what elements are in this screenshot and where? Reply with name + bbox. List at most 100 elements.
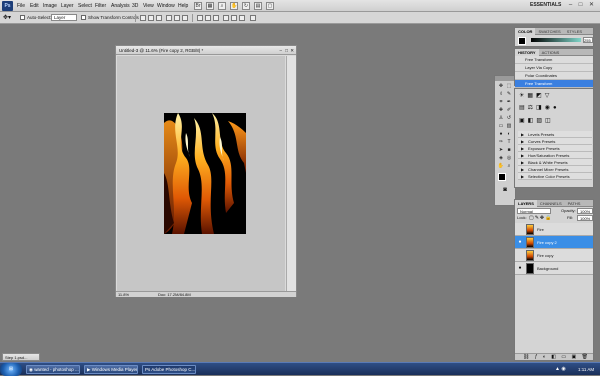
marquee-tool-icon[interactable]: ⬚ bbox=[505, 82, 513, 90]
move-tool-icon[interactable]: ✥▾ bbox=[3, 14, 11, 22]
eye-icon[interactable]: ● bbox=[517, 239, 523, 245]
menu-edit[interactable]: Edit bbox=[30, 2, 39, 10]
adjustment-icons-row-1[interactable]: ☀▦◩▽ bbox=[519, 92, 591, 100]
preset-channel-mixer[interactable]: ▶ Channel Mixer Presets bbox=[518, 166, 592, 173]
hand-tool-icon[interactable]: ✋ bbox=[497, 162, 505, 170]
taskbar-item[interactable]: ◉ wanted - photoshop ... bbox=[26, 365, 80, 374]
distribute-bottom-icon[interactable] bbox=[213, 15, 219, 21]
menu-3d[interactable]: 3D bbox=[132, 2, 138, 10]
history-item[interactable]: Layer Via Copy bbox=[515, 64, 593, 72]
menu-filter[interactable]: Filter bbox=[95, 2, 106, 10]
hand-icon[interactable]: ✋ bbox=[230, 2, 238, 10]
maximize-button[interactable]: □ bbox=[576, 1, 585, 10]
menu-view[interactable]: View bbox=[143, 2, 154, 10]
align-right-icon[interactable] bbox=[182, 15, 188, 21]
canvas-area[interactable] bbox=[117, 56, 285, 291]
align-bottom-icon[interactable] bbox=[156, 15, 162, 21]
auto-align-icon[interactable] bbox=[250, 15, 256, 21]
foreground-color-swatch[interactable] bbox=[498, 173, 506, 181]
distribute-hcenter-icon[interactable] bbox=[231, 15, 237, 21]
distribute-top-icon[interactable] bbox=[197, 15, 203, 21]
crop-tool-icon[interactable]: ⌗ bbox=[497, 98, 505, 106]
visibility-toggle[interactable] bbox=[517, 226, 523, 232]
adjustment-icons-row-3[interactable]: ▣◧▨◫ bbox=[519, 117, 591, 125]
align-top-icon[interactable] bbox=[140, 15, 146, 21]
brush-tool-icon[interactable]: ✐ bbox=[505, 106, 513, 114]
align-vcenter-icon[interactable] bbox=[148, 15, 154, 21]
3d-orbit-tool-icon[interactable]: ◎ bbox=[505, 154, 513, 162]
screen-mode-icon[interactable]: ▢ bbox=[266, 2, 274, 10]
history-brush-tool-icon[interactable]: ↺ bbox=[505, 114, 513, 122]
gradient-tool-icon[interactable]: ▥ bbox=[505, 122, 513, 130]
tray-icons[interactable]: ▲ ◉ bbox=[555, 366, 566, 373]
show-transform-check[interactable] bbox=[81, 15, 86, 21]
shape-tool-icon[interactable]: ■ bbox=[505, 146, 513, 154]
color-slider[interactable] bbox=[531, 38, 581, 42]
blend-mode-dropdown[interactable]: Normal bbox=[517, 208, 551, 214]
menu-layer[interactable]: Layer bbox=[61, 2, 74, 10]
blur-tool-icon[interactable]: ● bbox=[497, 130, 505, 138]
document-minimize-icon[interactable]: – bbox=[279, 46, 282, 55]
layer-row[interactable]: Fire copy bbox=[515, 249, 593, 262]
mini-bridge-icon[interactable]: ▦ bbox=[206, 2, 214, 10]
tab-layers[interactable]: LAYERS bbox=[515, 200, 537, 207]
dodge-tool-icon[interactable]: ◐ bbox=[505, 130, 513, 138]
document-maximize-icon[interactable]: □ bbox=[285, 46, 288, 55]
pen-tool-icon[interactable]: ✑ bbox=[497, 138, 505, 146]
zoom-level-icon[interactable]: ⌕ bbox=[218, 2, 226, 10]
quick-mask-icon[interactable]: ◙ bbox=[495, 187, 515, 193]
path-select-tool-icon[interactable]: ➤ bbox=[497, 146, 505, 154]
tab-color[interactable]: COLOR bbox=[515, 28, 536, 35]
opacity-field[interactable]: 100% bbox=[577, 208, 593, 214]
move-tool-icon[interactable]: ✥ bbox=[497, 82, 505, 90]
minimize-button[interactable]: – bbox=[566, 1, 575, 10]
menu-analysis[interactable]: Analysis bbox=[111, 2, 130, 10]
clone-stamp-tool-icon[interactable]: ♙ bbox=[497, 114, 505, 122]
distribute-right-icon[interactable] bbox=[239, 15, 245, 21]
menu-help[interactable]: Help bbox=[178, 2, 188, 10]
history-item[interactable]: Polar Coordinates bbox=[515, 72, 593, 80]
tab-styles[interactable]: STYLES bbox=[564, 28, 585, 35]
menu-image[interactable]: Image bbox=[43, 2, 57, 10]
preset-black-white[interactable]: ▶ Black & White Presets bbox=[518, 159, 592, 166]
bridge-icon[interactable]: Br bbox=[194, 2, 202, 10]
zoom-tool-icon[interactable]: ⌕ bbox=[505, 162, 513, 170]
menu-window[interactable]: Window bbox=[157, 2, 175, 10]
fire-image[interactable] bbox=[164, 113, 246, 234]
color-fg-swatch[interactable] bbox=[518, 37, 526, 45]
auto-select-checkbox[interactable]: Auto-Select: bbox=[20, 14, 52, 22]
preset-selective-color[interactable]: ▶ Selective Color Presets bbox=[518, 173, 592, 180]
fill-field[interactable]: 100% bbox=[577, 215, 593, 221]
auto-select-dropdown[interactable]: Layer bbox=[51, 14, 77, 21]
doc-size-readout[interactable]: Doc: 17.2M/84.8M bbox=[158, 292, 191, 297]
auto-select-check[interactable] bbox=[20, 15, 25, 21]
show-transform-checkbox[interactable]: Show Transform Controls bbox=[81, 14, 139, 22]
arrange-documents-icon[interactable]: ▤ bbox=[254, 2, 262, 10]
vertical-scrollbar[interactable] bbox=[286, 56, 296, 291]
document-title-bar[interactable]: Untitled-3 @ 11.6% (Fire copy 2, RGB/8) … bbox=[116, 46, 296, 55]
type-tool-icon[interactable]: T bbox=[505, 138, 513, 146]
clock[interactable]: 1:11 AM bbox=[578, 365, 594, 374]
tab-paths[interactable]: PATHS bbox=[565, 200, 584, 207]
layer-row-active[interactable]: ● Fire copy 2 bbox=[515, 236, 593, 249]
distribute-left-icon[interactable] bbox=[223, 15, 229, 21]
rotate-view-icon[interactable]: ↻ bbox=[242, 2, 250, 10]
taskbar-item[interactable]: ▶ Windows Media Player bbox=[84, 365, 138, 374]
menu-file[interactable]: File bbox=[17, 2, 25, 10]
eraser-tool-icon[interactable]: ▭ bbox=[497, 122, 505, 130]
layer-row[interactable]: Fire bbox=[515, 223, 593, 236]
taskbar-item-active[interactable]: Ps Adobe Photoshop C... bbox=[142, 365, 196, 374]
tab-actions[interactable]: ACTIONS bbox=[539, 49, 563, 56]
align-hcenter-icon[interactable] bbox=[174, 15, 180, 21]
adjustment-icons-row-2[interactable]: ▤⚖◨◉● bbox=[519, 104, 591, 112]
eyedropper-tool-icon[interactable]: ✒ bbox=[505, 98, 513, 106]
quick-select-tool-icon[interactable]: ✎ bbox=[505, 90, 513, 98]
3d-rotate-tool-icon[interactable]: ◈ bbox=[497, 154, 505, 162]
healing-tool-icon[interactable]: ✚ bbox=[497, 106, 505, 114]
layer-row[interactable]: ● Background bbox=[515, 262, 593, 275]
eye-icon[interactable]: ● bbox=[517, 265, 523, 271]
tab-swatches[interactable]: SWATCHES bbox=[535, 28, 563, 35]
color-value-field[interactable]: 255 bbox=[583, 37, 593, 43]
start-button[interactable]: ⊞ bbox=[0, 363, 22, 376]
document-close-icon[interactable]: ✕ bbox=[290, 46, 294, 55]
